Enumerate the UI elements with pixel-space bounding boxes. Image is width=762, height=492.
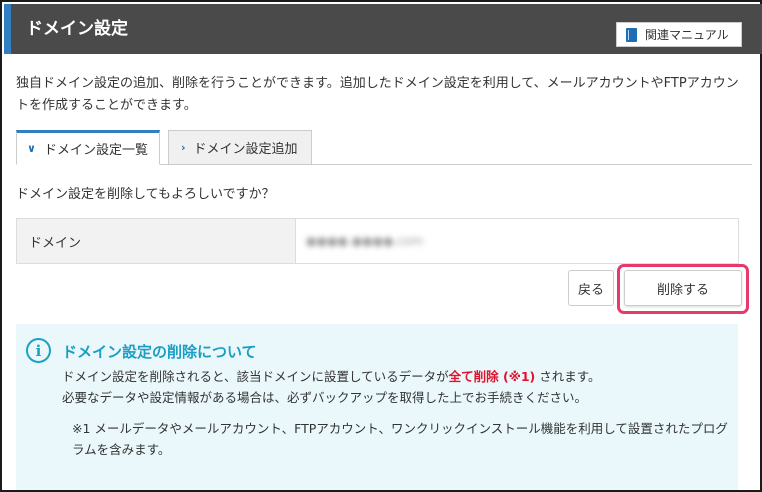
tab-domain-list[interactable]: ∨ ドメイン設定一覧 [16,130,160,165]
header-accent-bar [4,4,11,54]
info-line-1-text: ドメイン設定を削除されると、該当ドメインに設置しているデータが [62,369,449,384]
back-button[interactable]: 戻る [568,270,614,306]
info-line-1: ドメイン設定を削除されると、該当ドメインに設置しているデータが全て削除 (※1)… [62,366,601,387]
domain-label: ドメイン [17,219,296,263]
domain-table: ドメイン ●●●●.●●●●.com [16,218,739,264]
book-icon [626,27,637,42]
delete-button[interactable]: 削除する [624,270,742,306]
tab-domain-add-label: ドメイン設定追加 [193,142,298,157]
info-line-1-after: されます。 [535,369,601,384]
page-header: ドメイン設定 関連マニュアル [4,4,762,54]
info-title: ドメイン設定の削除について [62,343,257,361]
info-body: ドメイン設定を削除されると、該当ドメインに設置しているデータが全て削除 (※1)… [62,366,601,408]
tab-domain-list-label: ドメイン設定一覧 [43,143,148,158]
info-line-2: 必要なデータや設定情報がある場合は、必ずバックアップを取得した上でお手続きくださ… [62,390,588,405]
info-box: i ドメイン設定の削除について ドメイン設定を削除されると、該当ドメインに設置し… [16,324,738,490]
domain-value-cell: ●●●●.●●●●.com [296,219,738,263]
info-emphasis: 全て削除 (※1) [448,369,536,384]
confirm-message: ドメイン設定を削除してもよろしいですか？ [16,187,275,202]
chevron-down-icon: ∨ [27,142,36,155]
page-description: 独自ドメイン設定の追加、削除を行うことができます。追加したドメイン設定を利用して… [16,76,739,113]
window-frame: ドメイン設定 関連マニュアル 独自ドメイン設定の追加、削除を行うことができます。… [0,0,762,492]
chevron-right-icon: › [181,141,186,154]
domain-value: ●●●●.●●●●.com [306,234,424,248]
info-circle-icon: i [26,338,51,363]
page-title: ドメイン設定 [26,19,128,39]
related-manual-button[interactable]: 関連マニュアル [616,22,742,47]
info-note: ※1 メールデータやメールアカウント、FTPアカウント、ワンクリックインストール… [72,421,728,457]
related-manual-label: 関連マニュアル [645,28,729,42]
tab-domain-add[interactable]: › ドメイン設定追加 [168,130,312,165]
